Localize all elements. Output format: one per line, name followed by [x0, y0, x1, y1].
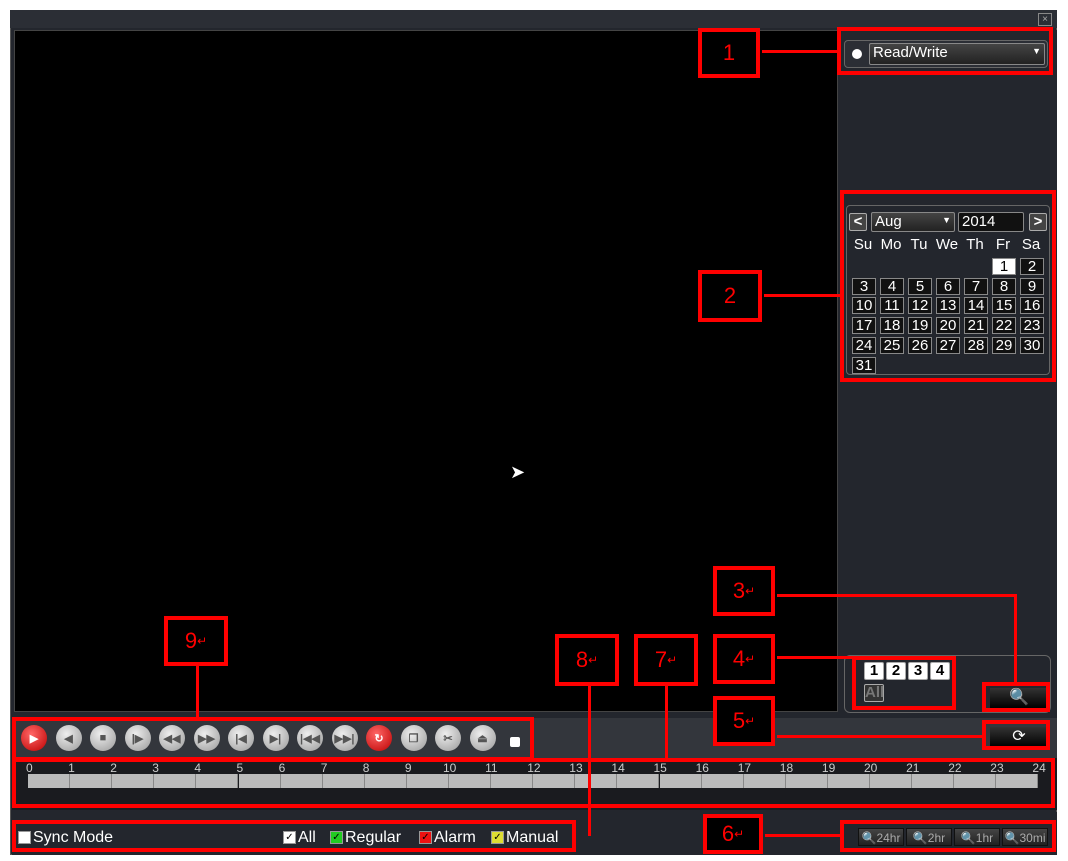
annotation-label-6: 6 ↵ — [703, 814, 763, 854]
annotation-box — [12, 758, 1055, 808]
annotation-label-2: 2 — [698, 270, 762, 322]
annotation-box — [982, 720, 1050, 750]
newline-mark: ↵ — [667, 653, 678, 667]
annotation-label-7: 7 ↵ — [634, 634, 698, 686]
newline-mark: ↵ — [734, 827, 745, 841]
close-button[interactable]: × — [1038, 13, 1052, 26]
annotation-box — [840, 190, 1056, 382]
mouse-cursor-icon: ➤ — [510, 462, 526, 482]
newline-mark: ↵ — [745, 652, 756, 666]
title-bar — [10, 10, 1057, 28]
annotation-label-1: 1 — [698, 28, 760, 78]
annotation-box — [12, 820, 576, 852]
annotation-arrow — [764, 294, 842, 297]
newline-mark: ↵ — [745, 714, 756, 728]
annotation-arrow — [196, 666, 199, 718]
annotation-box — [837, 27, 1053, 75]
annotation-box — [840, 820, 1056, 852]
newline-mark: ↵ — [588, 653, 599, 667]
annotation-arrow — [765, 834, 841, 837]
annotation-label-5: 5 ↵ — [713, 696, 775, 746]
annotation-arrow — [665, 686, 668, 759]
annotation-box — [982, 682, 1050, 712]
annotation-arrow — [777, 594, 1017, 597]
annotation-arrow — [777, 735, 982, 738]
annotation-arrow — [762, 50, 838, 53]
annotation-label-8: 8 ↵ — [555, 634, 619, 686]
annotation-box — [852, 656, 956, 710]
annotation-arrow — [588, 686, 591, 836]
annotation-box — [12, 717, 534, 761]
annotation-label-3: 3 ↵ — [713, 566, 775, 616]
annotation-label-9: 9 ↵ — [164, 616, 228, 666]
newline-mark: ↵ — [745, 584, 756, 598]
annotation-label-4: 4 ↵ — [713, 634, 775, 684]
annotation-arrow — [1014, 594, 1017, 684]
newline-mark: ↵ — [197, 634, 208, 648]
annotation-arrow — [777, 656, 853, 659]
